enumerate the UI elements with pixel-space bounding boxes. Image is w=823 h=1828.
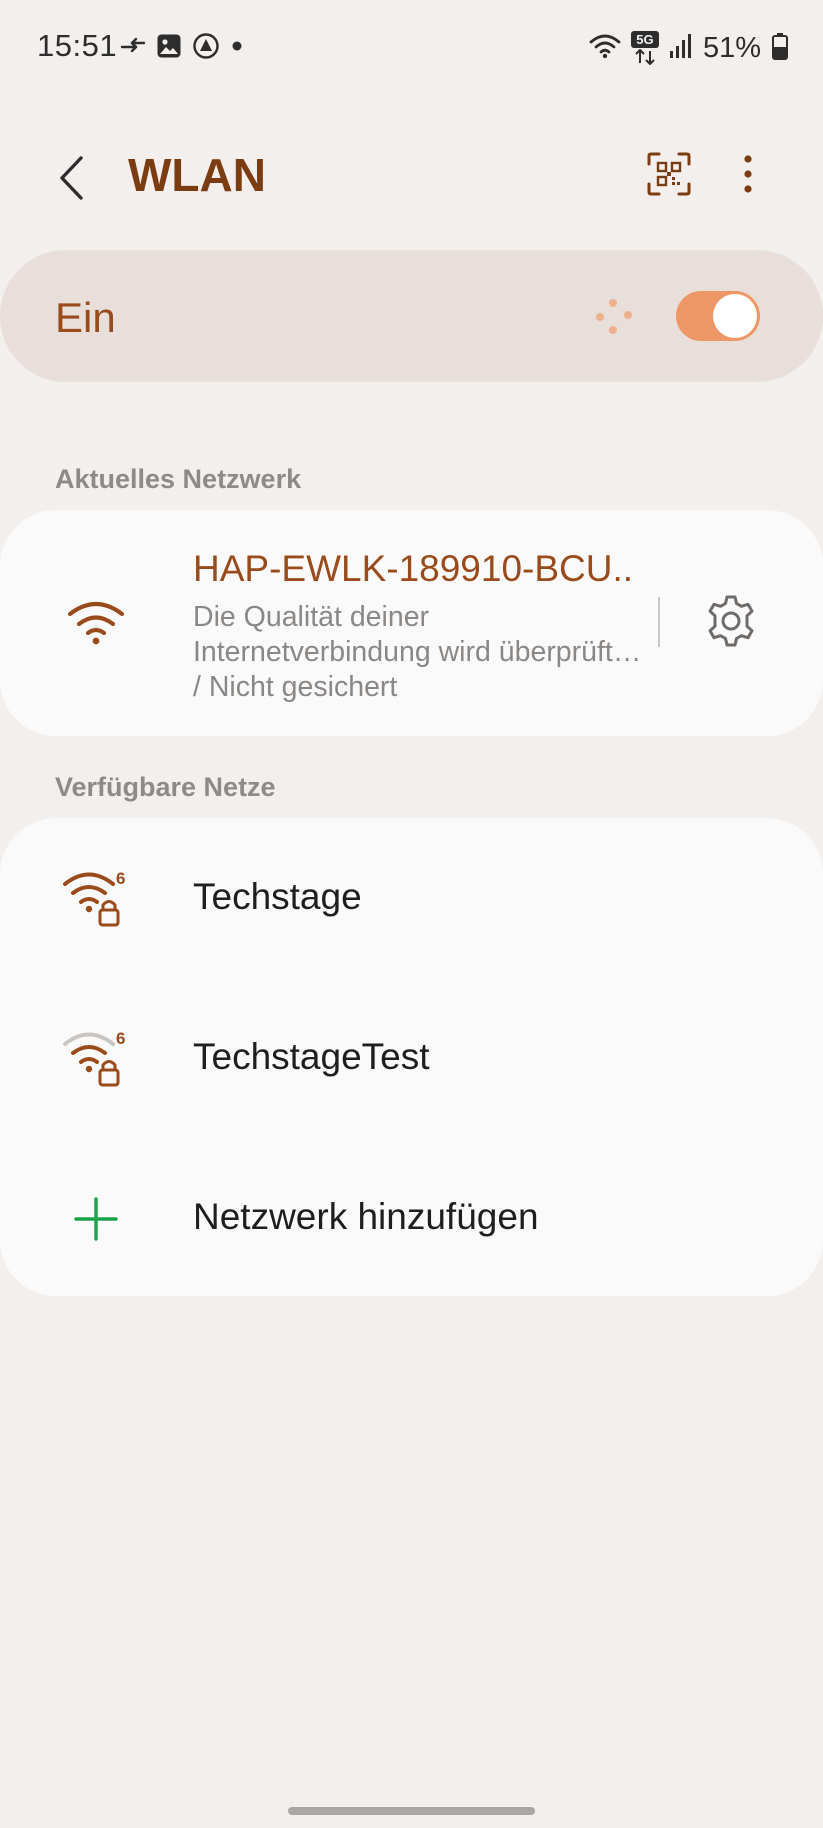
scanning-icon bbox=[593, 297, 635, 337]
more-vertical-icon bbox=[743, 154, 753, 199]
wifi6-lock-icon: 6 bbox=[60, 868, 132, 930]
wifi-icon bbox=[60, 592, 132, 654]
dot-icon bbox=[230, 39, 244, 58]
current-network-name: HAP-EWLK-189910-BCU.. bbox=[193, 548, 634, 589]
location-a-icon bbox=[192, 32, 220, 65]
wifi6-lock-icon: 6 bbox=[60, 1028, 132, 1090]
5g-data-icon: 5G bbox=[630, 31, 659, 65]
network-settings-button[interactable] bbox=[700, 592, 762, 654]
data-transfer-icon bbox=[120, 35, 146, 62]
status-notification-icons bbox=[120, 30, 244, 66]
network-name: TechstageTest bbox=[193, 1036, 430, 1077]
wlan-toggle[interactable] bbox=[676, 291, 760, 341]
back-icon bbox=[56, 154, 86, 207]
home-indicator[interactable] bbox=[288, 1807, 535, 1815]
gear-icon bbox=[703, 593, 759, 654]
battery-percentage: 51% bbox=[702, 31, 761, 64]
available-networks-header: Verfügbare Netze bbox=[55, 772, 276, 802]
plus-icon bbox=[60, 1188, 132, 1250]
current-network-status: Die Qualität deiner Internetverbindung w… bbox=[193, 601, 642, 703]
more-options-button[interactable] bbox=[730, 150, 766, 202]
battery-icon bbox=[771, 32, 789, 65]
status-system-icons: 5G 51% bbox=[589, 28, 789, 68]
current-network-header: Aktuelles Netzwerk bbox=[55, 464, 302, 494]
signal-icon bbox=[669, 33, 693, 64]
add-network-label: Netzwerk hinzufügen bbox=[193, 1196, 539, 1237]
status-time: 15:51 bbox=[37, 28, 118, 63]
svg-text:6: 6 bbox=[116, 869, 125, 888]
qr-code-icon bbox=[647, 152, 691, 201]
5g-badge: 5G bbox=[630, 31, 659, 48]
wifi-icon bbox=[589, 33, 621, 64]
page-title: WLAN bbox=[128, 149, 266, 201]
back-button[interactable] bbox=[46, 150, 96, 210]
vertical-divider bbox=[658, 597, 660, 647]
svg-text:6: 6 bbox=[116, 1029, 125, 1048]
network-name: Techstage bbox=[193, 876, 362, 917]
toggle-knob bbox=[713, 294, 757, 338]
gallery-icon bbox=[156, 33, 182, 64]
qr-code-button[interactable] bbox=[643, 150, 695, 202]
wlan-state-label: Ein bbox=[55, 294, 116, 341]
